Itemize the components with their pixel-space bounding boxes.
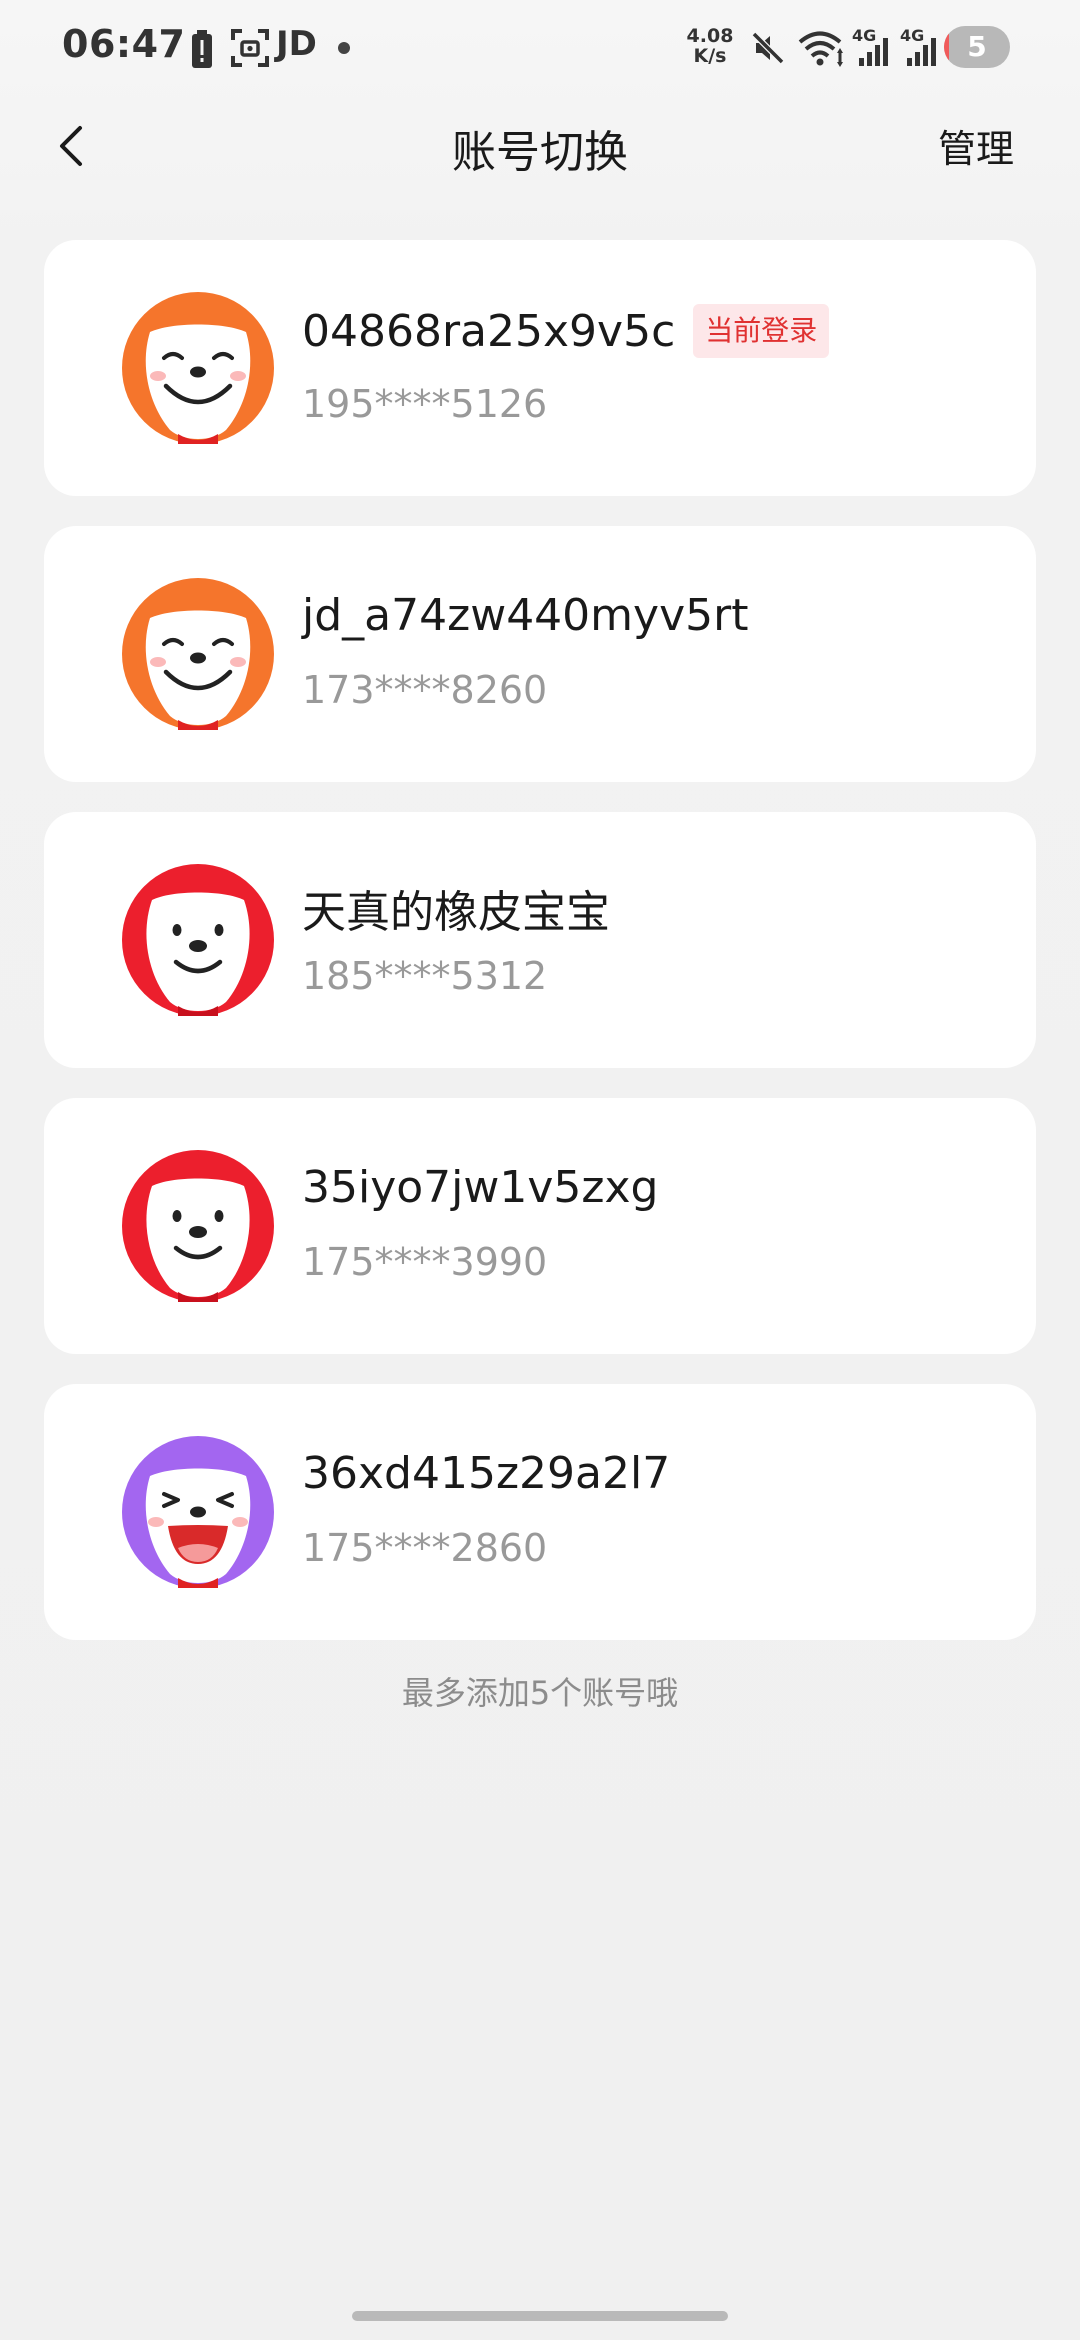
signal-icon bbox=[907, 38, 936, 66]
status-carrier-text: JD bbox=[276, 24, 317, 64]
account-card[interactable]: 36xd415z29a2l7 175****2860 bbox=[44, 1384, 1036, 1640]
screenshot-scan-icon bbox=[231, 29, 269, 67]
mute-icon bbox=[751, 31, 785, 65]
current-login-badge: 当前登录 bbox=[693, 304, 830, 358]
account-phone: 175****2860 bbox=[302, 1526, 548, 1570]
status-bar: 06:47 JD 4.08 K/s 4G 4G 5 bbox=[0, 0, 1080, 96]
account-name-row: 36xd415z29a2l7 bbox=[302, 1448, 670, 1499]
page-title: 账号切换 bbox=[452, 127, 628, 178]
header-bar: 账号切换 管理 bbox=[0, 96, 1080, 196]
status-time: 06:47 bbox=[62, 22, 186, 66]
account-switch-screen: 06:47 JD 4.08 K/s 4G 4G 5 账号切换 管理 04868r… bbox=[0, 0, 1080, 2340]
account-name: 36xd415z29a2l7 bbox=[302, 1448, 671, 1499]
orange-smiling-dog-avatar bbox=[122, 578, 274, 730]
purple-laughing-dog-avatar bbox=[122, 1436, 274, 1588]
network-speed-value: 4.08 bbox=[686, 25, 734, 47]
account-name-row: 04868ra25x9v5c 当前登录 bbox=[302, 304, 830, 358]
account-phone: 173****8260 bbox=[302, 668, 548, 712]
network-speed: 4.08 K/s bbox=[685, 26, 735, 66]
account-card[interactable]: 天真的橡皮宝宝 185****5312 bbox=[44, 812, 1036, 1068]
red-dog-avatar bbox=[122, 864, 274, 1016]
account-phone: 175****3990 bbox=[302, 1240, 548, 1284]
account-name-row: 天真的橡皮宝宝 bbox=[302, 876, 610, 940]
battery-indicator: 5 bbox=[944, 26, 1010, 68]
account-list: 04868ra25x9v5c 当前登录 195****5126 jd_a74zw… bbox=[44, 240, 1036, 1670]
battery-alert-icon bbox=[192, 30, 212, 68]
account-phone: 185****5312 bbox=[302, 954, 548, 998]
back-button[interactable] bbox=[40, 114, 104, 178]
account-name: 35iyo7jw1v5zxg bbox=[302, 1162, 659, 1213]
account-name-row: 35iyo7jw1v5zxg bbox=[302, 1162, 658, 1213]
status-dot bbox=[338, 42, 350, 54]
manage-button[interactable]: 管理 bbox=[938, 118, 1014, 173]
account-card[interactable]: jd_a74zw440myv5rt 173****8260 bbox=[44, 526, 1036, 782]
network-speed-unit: K/s bbox=[693, 45, 727, 67]
battery-level-text: 5 bbox=[967, 30, 987, 63]
account-phone: 195****5126 bbox=[302, 382, 548, 426]
signal-icon bbox=[859, 38, 888, 66]
red-dog-avatar bbox=[122, 1150, 274, 1302]
orange-smiling-dog-avatar bbox=[122, 292, 274, 444]
chevron-left-icon bbox=[60, 126, 82, 166]
account-name: 04868ra25x9v5c bbox=[302, 305, 676, 357]
account-card[interactable]: 04868ra25x9v5c 当前登录 195****5126 bbox=[44, 240, 1036, 496]
wifi-icon bbox=[798, 31, 843, 67]
account-limit-note: 最多添加5个账号哦 bbox=[401, 1674, 679, 1712]
account-card[interactable]: 35iyo7jw1v5zxg 175****3990 bbox=[44, 1098, 1036, 1354]
account-name: jd_a74zw440myv5rt bbox=[302, 590, 749, 641]
home-indicator[interactable] bbox=[352, 2311, 728, 2321]
account-name-row: jd_a74zw440myv5rt bbox=[302, 590, 748, 641]
account-name: 天真的橡皮宝宝 bbox=[302, 887, 610, 938]
